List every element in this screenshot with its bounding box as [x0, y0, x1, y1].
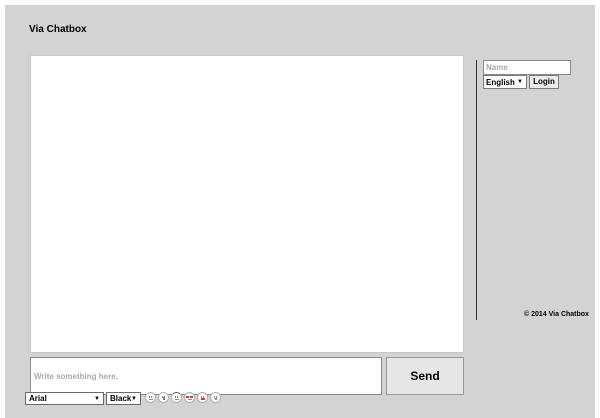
- send-button[interactable]: Send: [386, 357, 464, 395]
- cool-emoticon-icon[interactable]: [184, 391, 195, 403]
- chevron-down-icon: ▼: [94, 396, 100, 402]
- chevron-down-icon: ▼: [517, 79, 523, 85]
- language-select[interactable]: English ▼: [483, 75, 527, 89]
- sidebar-divider: [476, 60, 477, 320]
- kiss-emoticon-icon[interactable]: [210, 391, 221, 403]
- copyright-text: © 2014 Via Chatbox: [524, 311, 589, 318]
- app-title: Via Chatbox: [29, 24, 87, 35]
- chatbox-frame: Via Chatbox English ▼ Login © 2014 Via C…: [5, 5, 595, 418]
- color-select[interactable]: Black ▼: [106, 392, 141, 405]
- font-select-value: Arial: [29, 394, 47, 403]
- sad-emoticon-icon[interactable]: [158, 391, 169, 403]
- color-select-value: Black: [110, 394, 132, 403]
- chevron-down-icon: ▼: [131, 396, 137, 402]
- login-button[interactable]: Login: [529, 75, 559, 89]
- language-select-value: English: [486, 78, 515, 87]
- emoticon-toolbar: [145, 390, 221, 404]
- chat-messages-area[interactable]: [30, 55, 464, 353]
- tongue-emoticon-icon[interactable]: [197, 391, 208, 403]
- smile-emoticon-icon[interactable]: [145, 391, 156, 403]
- font-select[interactable]: Arial ▼: [25, 392, 104, 405]
- surprised-emoticon-icon[interactable]: [171, 391, 182, 403]
- name-input[interactable]: [483, 60, 571, 75]
